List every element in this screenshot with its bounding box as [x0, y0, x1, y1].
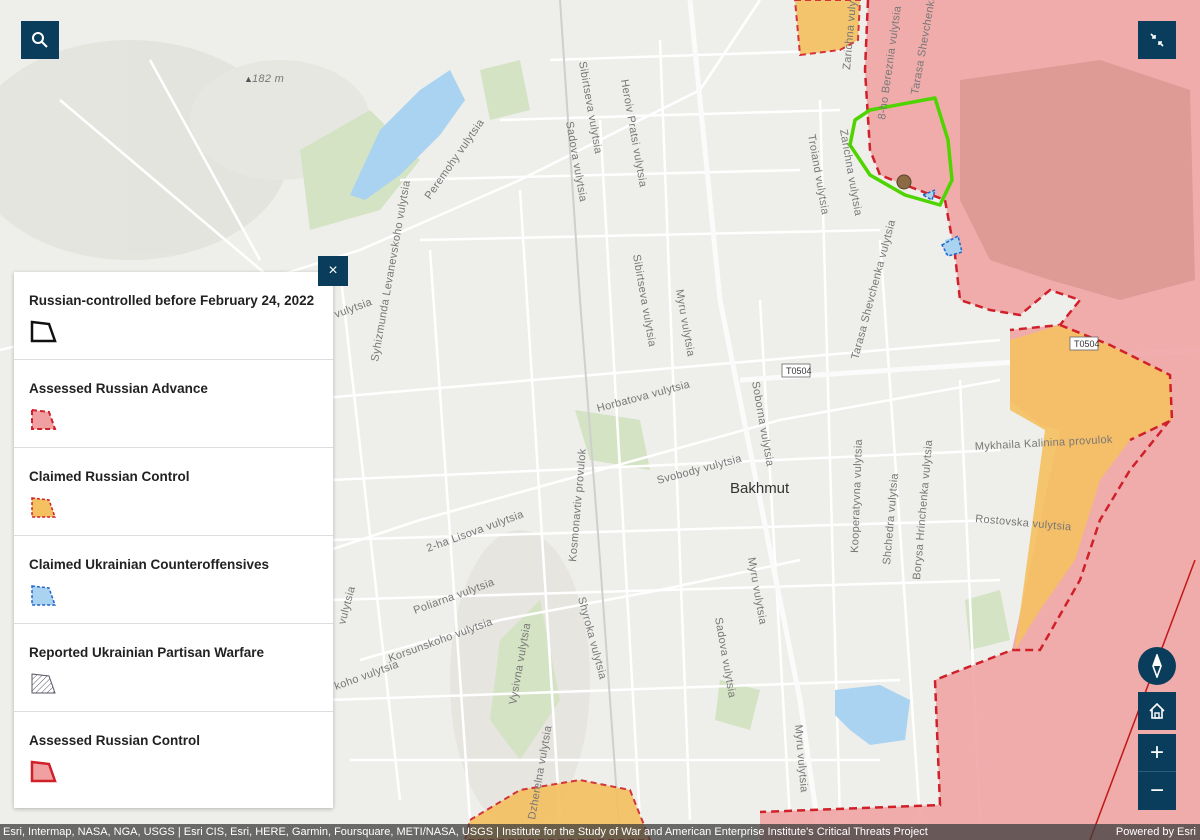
powered-by-link[interactable]: Powered by Esri	[1116, 824, 1196, 840]
close-icon: ×	[328, 262, 338, 279]
zoom-in-button[interactable]: +	[1138, 734, 1176, 772]
compass-button[interactable]	[1138, 647, 1176, 685]
zoom-out-button[interactable]: −	[1138, 772, 1176, 810]
legend-swatch-russian-control	[30, 760, 57, 783]
legend-label: Claimed Ukrainian Counteroffensives	[29, 557, 270, 572]
legend-swatch-claimed-russian	[31, 497, 57, 518]
legend-swatch-advance	[31, 408, 57, 430]
legend-label: Reported Ukrainian Partisan Warfare	[29, 645, 265, 660]
road-shield-t0504-east: T0504	[1069, 336, 1100, 351]
legend-item: Assessed Russian Control	[14, 712, 333, 800]
legend-close-button[interactable]: ×	[318, 256, 348, 286]
city-label: Bakhmut	[730, 480, 790, 497]
svg-text:T0504: T0504	[1074, 339, 1100, 349]
elevation-label: 182 m	[252, 73, 284, 85]
attribution-sources: Esri, Intermap, NASA, NGA, USGS | Esri C…	[3, 826, 928, 838]
plus-icon: +	[1149, 738, 1164, 766]
legend-label: Assessed Russian Control	[29, 733, 201, 748]
legend-item: Assessed Russian Advance	[14, 360, 333, 448]
legend-item: Claimed Ukrainian Counteroffensives	[14, 536, 333, 624]
attribution-bar: Esri, Intermap, NASA, NGA, USGS | Esri C…	[0, 824, 1200, 840]
search-icon	[32, 32, 48, 48]
home-button[interactable]	[1138, 692, 1176, 730]
location-marker[interactable]	[896, 174, 912, 190]
legend-item: Claimed Russian Control	[14, 448, 333, 536]
fullscreen-toggle-button[interactable]	[1138, 21, 1176, 59]
minus-icon: −	[1149, 777, 1164, 804]
legend-swatch-outline	[30, 320, 57, 343]
legend-swatch-partisan-warfare	[31, 673, 56, 694]
legend-label: Assessed Russian Advance	[29, 381, 208, 396]
collapse-arrows-icon	[1150, 33, 1164, 47]
legend-panel: Russian-controlled before February 24, 2…	[14, 272, 333, 808]
legend-item: Russian-controlled before February 24, 2…	[14, 272, 333, 360]
search-button[interactable]	[21, 21, 59, 59]
compass-icon	[1152, 654, 1162, 678]
legend-swatch-ukrainian-counteroffensive	[31, 585, 57, 606]
svg-text:T0504: T0504	[786, 366, 812, 376]
legend-item: Reported Ukrainian Partisan Warfare	[14, 624, 333, 712]
home-icon	[1149, 702, 1165, 719]
road-shield-t0504: T0504	[781, 363, 812, 378]
legend-label: Russian-controlled before February 24, 2…	[29, 293, 315, 308]
legend-label: Claimed Russian Control	[29, 469, 190, 484]
